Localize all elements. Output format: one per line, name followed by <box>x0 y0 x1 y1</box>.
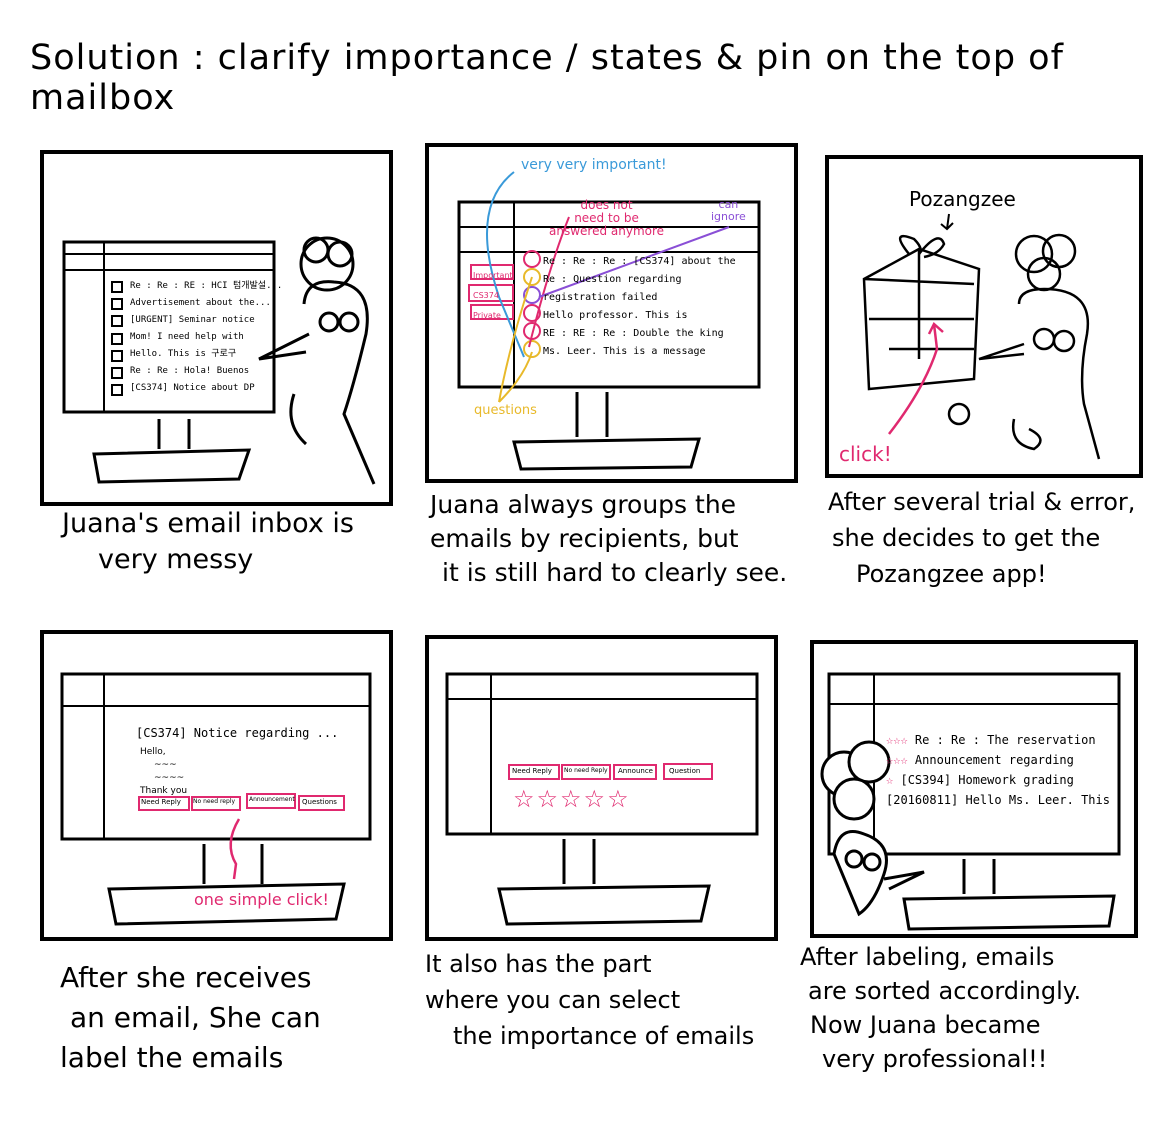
email-item: Re : Re : Hola! Buenos <box>130 366 250 376</box>
caption-line: Now Juana became <box>810 1011 1041 1039</box>
panel-4-caption: After she receives an email, She can lab… <box>60 958 321 1078</box>
tag-label: CS374 <box>473 291 499 300</box>
juana-figure <box>947 233 1101 460</box>
email-item: Mom! I need help with <box>130 332 244 342</box>
star-rating[interactable]: ☆☆☆☆☆ <box>513 785 631 813</box>
star-icon: ☆☆☆ <box>886 733 908 747</box>
mail-subject: [CS374] Notice regarding ... <box>136 726 339 740</box>
arrow-down-icon <box>940 213 954 231</box>
panel-4: [CS374] Notice regarding ... Hello, ~~~ … <box>40 630 393 941</box>
panel-1: Re : Re : RE : HCI 텀개발설... Advertisement… <box>40 150 393 506</box>
email-item: Re : Question regarding <box>543 274 682 285</box>
sorted-email-item: ☆ [CS394] Homework grading <box>886 770 1110 790</box>
click-label: click! <box>839 442 892 466</box>
caption-line: It also has the part <box>425 950 652 978</box>
click-arrow <box>229 818 241 880</box>
tag-label: Important <box>473 271 513 280</box>
caption-line: After several trial & error, <box>828 488 1136 516</box>
panel-6-caption: After labeling, emails are sorted accord… <box>800 940 1081 1076</box>
sorted-email-text: Announcement regarding <box>914 753 1074 767</box>
panel-1-email-list: Re : Re : RE : HCI 텀개발설... Advertisement… <box>130 278 282 397</box>
label-question[interactable]: Question <box>669 767 700 775</box>
caption-line: Juana's email inbox is <box>62 508 354 539</box>
caption-line: Juana always groups the <box>430 490 737 519</box>
panel-5: Need Reply No need Reply Announce Questi… <box>425 635 778 941</box>
panel-3: Pozangzee click! <box>825 155 1143 478</box>
email-item: Re : Re : Re : [CS374] about the <box>543 256 736 267</box>
label-announcement[interactable]: Announcement <box>249 796 295 803</box>
gift-box-icon <box>862 234 981 391</box>
panel-3-caption: After several trial & error, she decides… <box>828 484 1135 592</box>
sorted-email-list: ☆☆☆ Re : Re : The reservation ☆☆☆ Announ… <box>886 730 1110 810</box>
mail-body-line: ~~~ <box>154 760 177 770</box>
mail-body-line: Hello, <box>140 747 166 757</box>
caption-line: After labeling, emails <box>800 943 1055 971</box>
panel-6: ☆☆☆ Re : Re : The reservation ☆☆☆ Announ… <box>810 640 1138 938</box>
caption-line: the importance of emails <box>453 1022 755 1050</box>
status-circles <box>523 250 541 358</box>
star-icon[interactable]: ☆ <box>513 785 537 813</box>
page-title: Solution : clarify importance / states &… <box>30 38 1064 118</box>
sorted-email-item: [20160811] Hello Ms. Leer. This <box>886 790 1110 810</box>
panel-1-caption: Juana's email inbox is very messy <box>62 506 354 578</box>
caption-line: emails by recipients, but <box>430 524 739 553</box>
sorted-email-item: ☆☆☆ Announcement regarding <box>886 750 1110 770</box>
caption-line: Pozangzee app! <box>856 560 1047 588</box>
click-note: one simple click! <box>194 890 329 909</box>
caption-line: very messy <box>98 544 254 575</box>
annotation-can-ignore: can ignore <box>711 199 746 223</box>
sorted-email-text: [20160811] Hello Ms. Leer. This <box>886 793 1110 807</box>
caption-line: where you can select <box>425 986 681 1014</box>
checkbox-list <box>111 281 123 396</box>
sorted-email-item: ☆☆☆ Re : Re : The reservation <box>886 730 1110 750</box>
star-icon[interactable]: ☆ <box>560 785 584 813</box>
email-item: [CS374] Notice about DP <box>130 383 255 393</box>
annotation-line: ignore <box>711 210 746 223</box>
sorted-email-text: Re : Re : The reservation <box>914 733 1096 747</box>
panel-2-caption: Juana always groups the emails by recipi… <box>430 488 787 590</box>
cursor-arrow <box>888 321 944 435</box>
mail-body-line: Thank you <box>140 786 188 796</box>
caption-line: very professional!! <box>822 1045 1048 1073</box>
email-item: registration failed <box>543 292 658 303</box>
caption-line: After she receives <box>60 961 312 994</box>
star-icon: ☆ <box>886 773 894 787</box>
annotation-not-answer: does not need to be answered anymore <box>549 199 664 238</box>
star-icon[interactable]: ☆ <box>584 785 608 813</box>
annotation-very-important: very very important! <box>521 157 667 173</box>
tag-labels: Important CS374 Private <box>473 266 513 326</box>
star-icon[interactable]: ☆ <box>607 785 631 813</box>
mail-body: Hello, ~~~ ~~~~ Thank you <box>140 746 187 798</box>
tag-label: Private <box>473 311 501 320</box>
email-item: Re : Re : RE : HCI 텀개발설... <box>130 281 283 291</box>
caption-line: she decides to get the <box>832 524 1101 552</box>
caption-line: it is still hard to clearly see. <box>442 558 788 587</box>
label-need-reply[interactable]: Need Reply <box>141 798 181 806</box>
panel-2: very very important! does not need to be… <box>425 143 798 483</box>
star-icon[interactable]: ☆ <box>537 785 561 813</box>
caption-line: are sorted accordingly. <box>808 977 1082 1005</box>
mail-body-line: ~~~~ <box>154 773 185 783</box>
label-need-reply[interactable]: Need Reply <box>512 767 552 775</box>
email-item: [URGENT] Seminar notice <box>130 315 255 325</box>
panel-2-email-list: Re : Re : Re : [CS374] about the Re : Qu… <box>543 253 736 361</box>
label-questions[interactable]: Questions <box>302 798 337 806</box>
email-item: Hello professor. This is <box>543 310 688 321</box>
star-icon: ☆☆☆ <box>886 753 908 767</box>
email-item: Ms. Leer. This is a message <box>543 346 706 357</box>
sorted-email-text: [CS394] Homework grading <box>900 773 1074 787</box>
annotation-questions: questions <box>474 403 537 418</box>
caption-line: label the emails <box>60 1041 284 1074</box>
email-item: RE : RE : Re : Double the king <box>543 328 724 339</box>
email-item: Hello. This is 구로구 <box>130 349 237 359</box>
label-no-need-reply[interactable]: No need reply <box>193 798 235 805</box>
label-announce[interactable]: Announce <box>618 767 653 775</box>
app-name-label: Pozangzee <box>909 187 1016 211</box>
label-no-need-reply[interactable]: No need Reply <box>564 767 608 774</box>
email-item: Advertisement about the... <box>130 298 271 308</box>
panel-5-caption: It also has the part where you can selec… <box>425 946 754 1054</box>
caption-line: an email, She can <box>70 1001 321 1034</box>
annotation-line: answered anymore <box>549 224 665 238</box>
